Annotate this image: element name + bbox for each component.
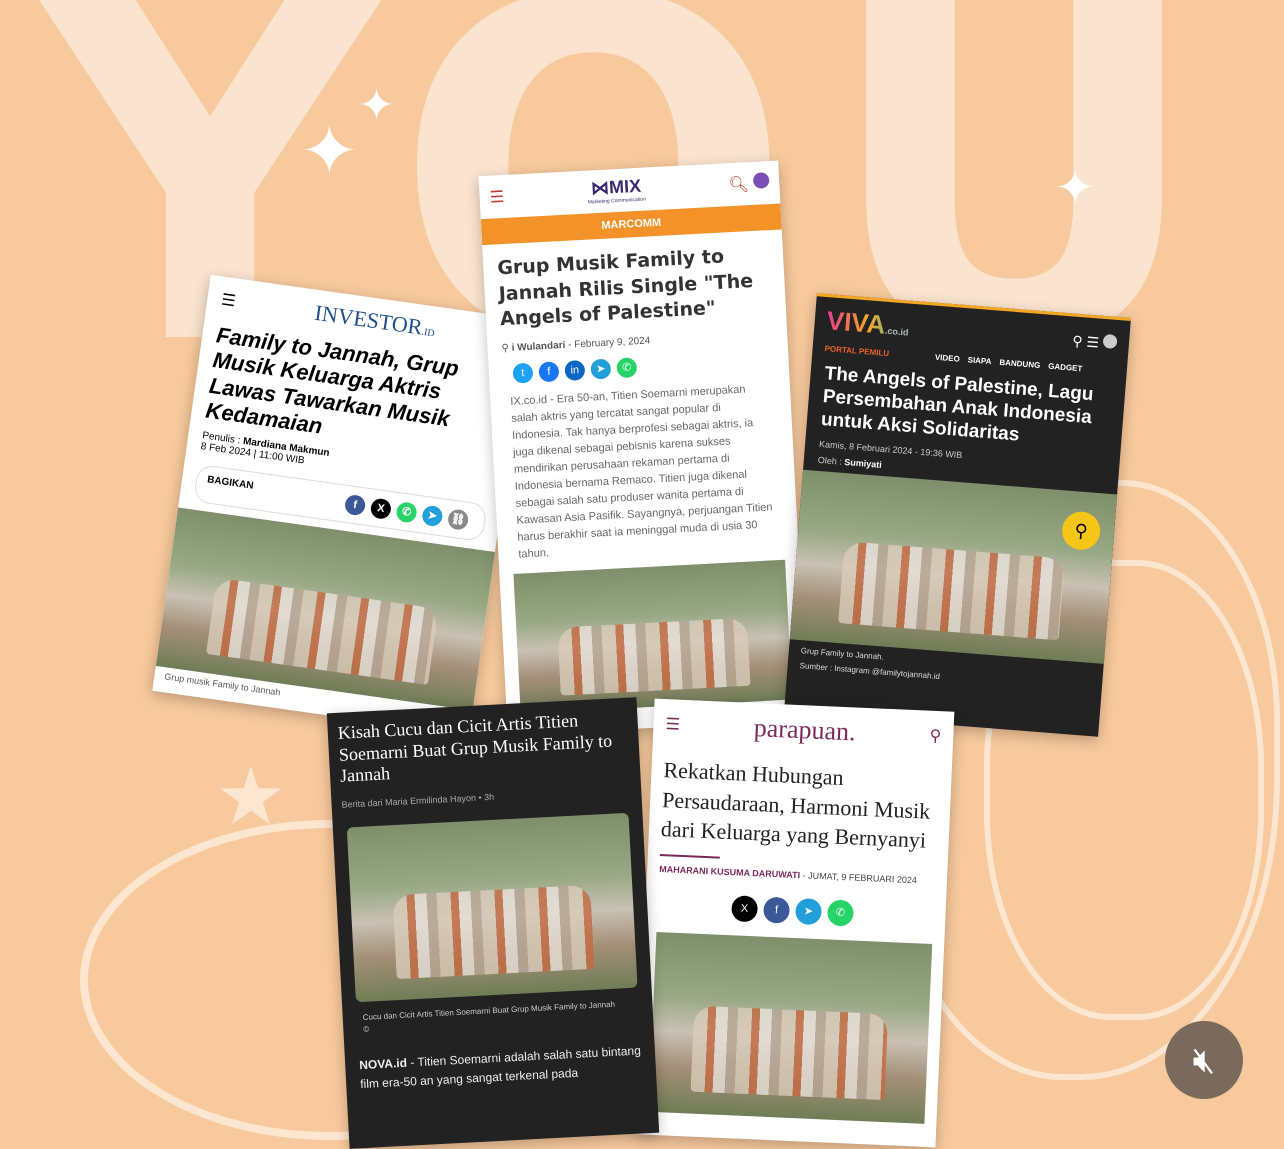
article-photo [648, 932, 933, 1124]
source: NOVA.id [358, 1055, 408, 1072]
photo-caption: Cucu dan Cicit Artis Titien Soemarni Bua… [362, 999, 616, 1022]
author: Sumiyati [843, 457, 883, 471]
sparkle-icon: ✦ [1055, 162, 1096, 215]
nav-siapa[interactable]: SIAPA [967, 355, 991, 366]
search-icon[interactable]: ⚲ [1072, 332, 1083, 349]
investor-article-card[interactable]: ☰ INVESTOR.ID Family to Jannah, Grup Mus… [152, 274, 528, 736]
zoom-icon[interactable]: ⚲ [1060, 510, 1102, 552]
author-label: Oleh : [817, 455, 843, 468]
nova-article-card[interactable]: Kisah Cucu dan Cicit Artis Titien Soemar… [326, 697, 660, 1149]
nav-video[interactable]: VIDEO [935, 353, 961, 364]
whatsapp-icon[interactable]: ✆ [616, 357, 638, 379]
search-icon[interactable]: ⚲ [929, 726, 942, 746]
byline: Berita dari Maria Ermilinda Hayon [341, 792, 477, 810]
facebook-icon[interactable]: f [343, 493, 367, 517]
star-icon: ★ [215, 752, 287, 841]
article-body: IX.co.id - Era 50-an, Titien Soemarni me… [510, 383, 773, 562]
telegram-icon[interactable]: ➤ [421, 504, 444, 528]
speaker-muted-icon: 🔇︎ [1192, 1038, 1216, 1080]
article-photo: ⚲ [789, 470, 1118, 665]
share-label: BAGIKAN [206, 474, 255, 492]
search-icon[interactable]: 🔍︎ [728, 176, 749, 194]
date: - JUMAT, 9 FEBRUARI 2024 [802, 870, 918, 886]
whatsapp-icon[interactable]: ✆ [395, 501, 418, 524]
parapuan-article-card[interactable]: ☰ parapuan. ⚲ Rekatkan Hubungan Persauda… [635, 698, 955, 1148]
copyright: © [363, 1024, 370, 1034]
time: 3h [483, 791, 495, 803]
avatar[interactable] [1102, 333, 1118, 349]
viva-article-card[interactable]: VIVA.co.id ⚲ ☰ PORTAL PEMILU VIDEO SIAPA… [784, 293, 1131, 737]
article-title: Grup Musik Family to Jannah Rilis Single… [496, 245, 754, 331]
menu-icon[interactable]: ☰ [1086, 333, 1100, 350]
article-photo [346, 812, 638, 1003]
mute-button[interactable]: 🔇︎ [1165, 1021, 1243, 1099]
menu-icon[interactable]: ☰ [665, 714, 680, 735]
parapuan-logo: parapuan. [753, 713, 857, 747]
search-icon[interactable]: ⚲ [501, 343, 509, 354]
mix-article-card[interactable]: ☰ ⋈MIX Marketing Communication 🔍︎ MARCOMM… [478, 160, 808, 736]
viva-logo: VIVA.co.id [826, 305, 910, 342]
article-title: Rekatkan Hubungan Persaudaraan, Harmoni … [660, 757, 931, 854]
sparkle-icon: ✦ [300, 112, 359, 190]
avatar[interactable] [752, 172, 770, 189]
article-photo [513, 560, 793, 715]
link-icon[interactable]: ⛓ [446, 508, 470, 532]
facebook-icon[interactable]: f [538, 361, 560, 383]
menu-icon[interactable]: ☰ [220, 290, 237, 312]
author: MAHARANI KUSUMA DARUWATI [659, 864, 801, 881]
telegram-icon[interactable]: ➤ [794, 898, 823, 926]
telegram-icon[interactable]: ➤ [590, 358, 612, 380]
x-icon[interactable]: X [369, 497, 393, 521]
menu-icon[interactable]: ☰ [489, 186, 504, 207]
twitter-icon[interactable]: t [512, 362, 534, 384]
article-body: NOVA.id - Titien Soemarni adalah salah s… [344, 1021, 658, 1115]
linkedin-icon[interactable]: in [564, 359, 586, 381]
investor-logo: INVESTOR.ID [313, 299, 436, 340]
sparkle-icon: ✦ [358, 81, 395, 130]
whatsapp-icon[interactable]: ✆ [826, 899, 855, 927]
facebook-icon[interactable]: f [762, 896, 791, 924]
date: - February 9, 2024 [567, 335, 651, 351]
x-icon[interactable]: X [731, 895, 759, 923]
author: i Wulandari [511, 339, 566, 354]
mix-logo: ⋈MIX Marketing Communication [587, 175, 646, 206]
